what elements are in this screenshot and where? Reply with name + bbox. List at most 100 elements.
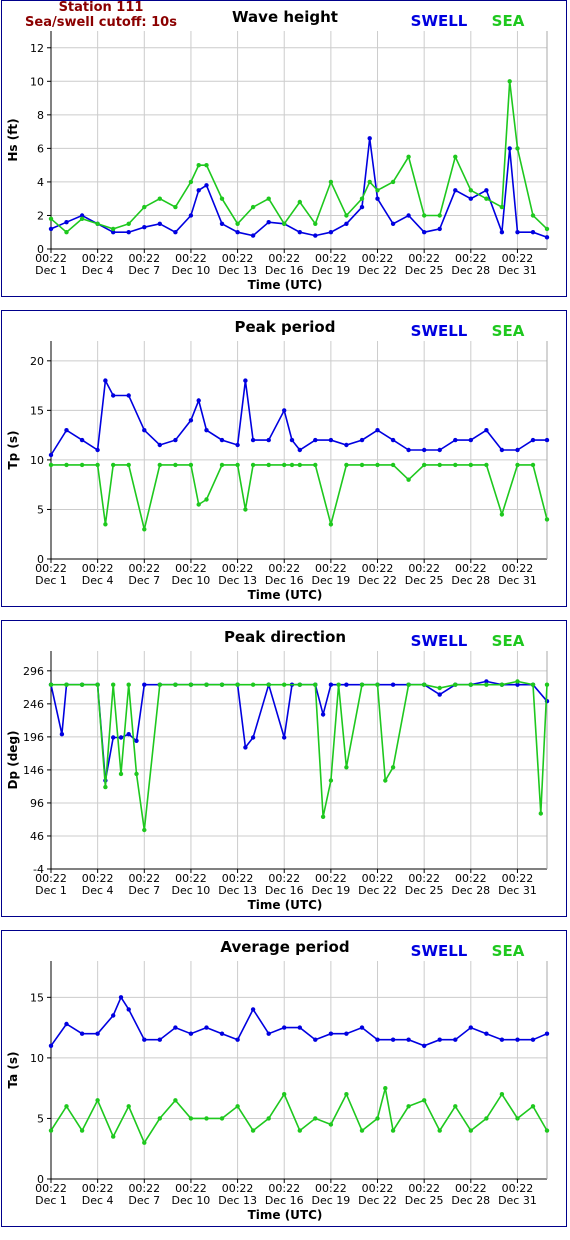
data-point-swell <box>344 682 349 687</box>
data-point-swell <box>289 437 295 443</box>
data-point-sea <box>235 1104 240 1109</box>
data-point-sea <box>173 462 178 468</box>
data-point-sea <box>359 196 365 201</box>
data-point-swell <box>328 682 334 687</box>
data-point-swell <box>204 183 209 188</box>
data-point-swell <box>142 225 147 230</box>
x-tick-label: Dec 13 <box>218 574 257 587</box>
peak-period-chart: 0510152000:22Dec 100:22Dec 400:22Dec 700… <box>6 318 550 602</box>
data-point-sea <box>453 154 458 159</box>
data-point-sea <box>111 1134 116 1139</box>
data-point-swell <box>103 378 108 383</box>
data-point-swell <box>484 428 489 433</box>
x-tick-label: Dec 28 <box>451 264 490 277</box>
x-axis-label: Time (UTC) <box>248 898 323 912</box>
data-point-sea <box>530 462 536 468</box>
x-tick-label: Dec 28 <box>451 574 490 587</box>
data-point-swell <box>204 428 209 433</box>
data-point-swell <box>173 437 178 443</box>
data-point-sea <box>453 462 458 468</box>
data-point-swell <box>282 735 287 740</box>
x-tick-label: Dec 7 <box>128 884 160 897</box>
plot-area <box>51 31 547 249</box>
y-tick-label: 196 <box>23 731 44 744</box>
data-point-sea <box>344 462 349 468</box>
data-point-sea <box>359 682 365 687</box>
data-point-swell <box>406 213 411 218</box>
x-tick-label: Dec 25 <box>405 884 444 897</box>
data-point-swell <box>235 230 240 235</box>
data-point-sea <box>103 522 108 527</box>
x-tick-label: Dec 16 <box>265 574 304 587</box>
y-tick-label: 296 <box>23 665 44 678</box>
data-point-swell <box>188 213 194 218</box>
chart-title: Average period <box>220 938 349 956</box>
data-point-sea <box>79 1128 85 1133</box>
data-point-sea <box>453 682 458 687</box>
data-point-sea <box>266 1116 271 1121</box>
x-tick-label: Dec 4 <box>82 1194 114 1207</box>
data-point-swell <box>453 188 458 193</box>
data-point-sea <box>507 79 512 84</box>
data-point-swell <box>468 1025 473 1030</box>
data-point-sea <box>266 682 271 687</box>
data-point-sea <box>250 462 256 468</box>
data-point-swell <box>359 204 365 210</box>
data-point-sea <box>437 1128 442 1133</box>
data-point-sea <box>344 765 349 770</box>
data-point-sea <box>422 462 427 468</box>
data-point-sea <box>468 682 473 687</box>
x-tick-label: Dec 22 <box>358 264 397 277</box>
data-point-swell <box>79 437 85 443</box>
data-point-sea <box>499 512 505 517</box>
data-point-swell <box>64 220 69 225</box>
x-tick-label: Dec 10 <box>172 1194 211 1207</box>
data-point-swell <box>219 437 225 443</box>
data-point-sea <box>515 679 520 684</box>
x-tick-label: Dec 1 <box>35 884 67 897</box>
y-tick-label: 4 <box>37 176 44 189</box>
data-point-sea <box>126 682 131 687</box>
data-point-sea <box>437 213 442 218</box>
data-point-sea <box>188 682 194 687</box>
data-point-sea <box>118 771 124 777</box>
data-point-sea <box>313 1116 318 1121</box>
data-point-swell <box>111 393 116 398</box>
data-point-swell <box>142 682 147 687</box>
data-point-sea <box>437 685 442 691</box>
data-point-sea <box>544 682 550 687</box>
data-point-swell <box>250 233 256 238</box>
data-point-swell <box>250 735 256 740</box>
data-point-sea <box>173 1098 178 1103</box>
y-axis-label: Tp (s) <box>6 430 20 469</box>
data-point-swell <box>48 226 54 232</box>
data-point-sea <box>64 1104 69 1109</box>
data-point-sea <box>219 682 225 687</box>
x-tick-label: Dec 16 <box>265 1194 304 1207</box>
data-point-sea <box>157 462 162 468</box>
data-point-sea <box>111 226 116 232</box>
data-point-swell <box>453 437 458 443</box>
x-tick-label: Dec 13 <box>218 1194 257 1207</box>
x-tick-label: Dec 28 <box>451 1194 490 1207</box>
x-tick-label: Dec 1 <box>35 574 67 587</box>
data-point-sea <box>289 462 295 468</box>
data-point-sea <box>390 179 396 185</box>
data-point-swell <box>297 1025 302 1030</box>
data-point-swell <box>344 442 349 448</box>
data-point-swell <box>406 447 411 453</box>
data-point-sea <box>468 462 473 468</box>
data-point-sea <box>235 221 240 226</box>
data-point-sea <box>157 1116 162 1121</box>
data-point-sea <box>142 1140 147 1145</box>
data-point-swell <box>48 1043 54 1048</box>
data-point-swell <box>437 692 442 697</box>
data-point-swell <box>79 1031 85 1036</box>
data-point-sea <box>250 682 256 687</box>
x-tick-label: Dec 25 <box>405 574 444 587</box>
data-point-swell <box>188 1031 194 1036</box>
data-point-swell <box>344 1031 349 1036</box>
x-axis-label: Time (UTC) <box>248 278 323 292</box>
data-point-sea <box>530 213 536 218</box>
data-point-swell <box>250 1007 256 1012</box>
